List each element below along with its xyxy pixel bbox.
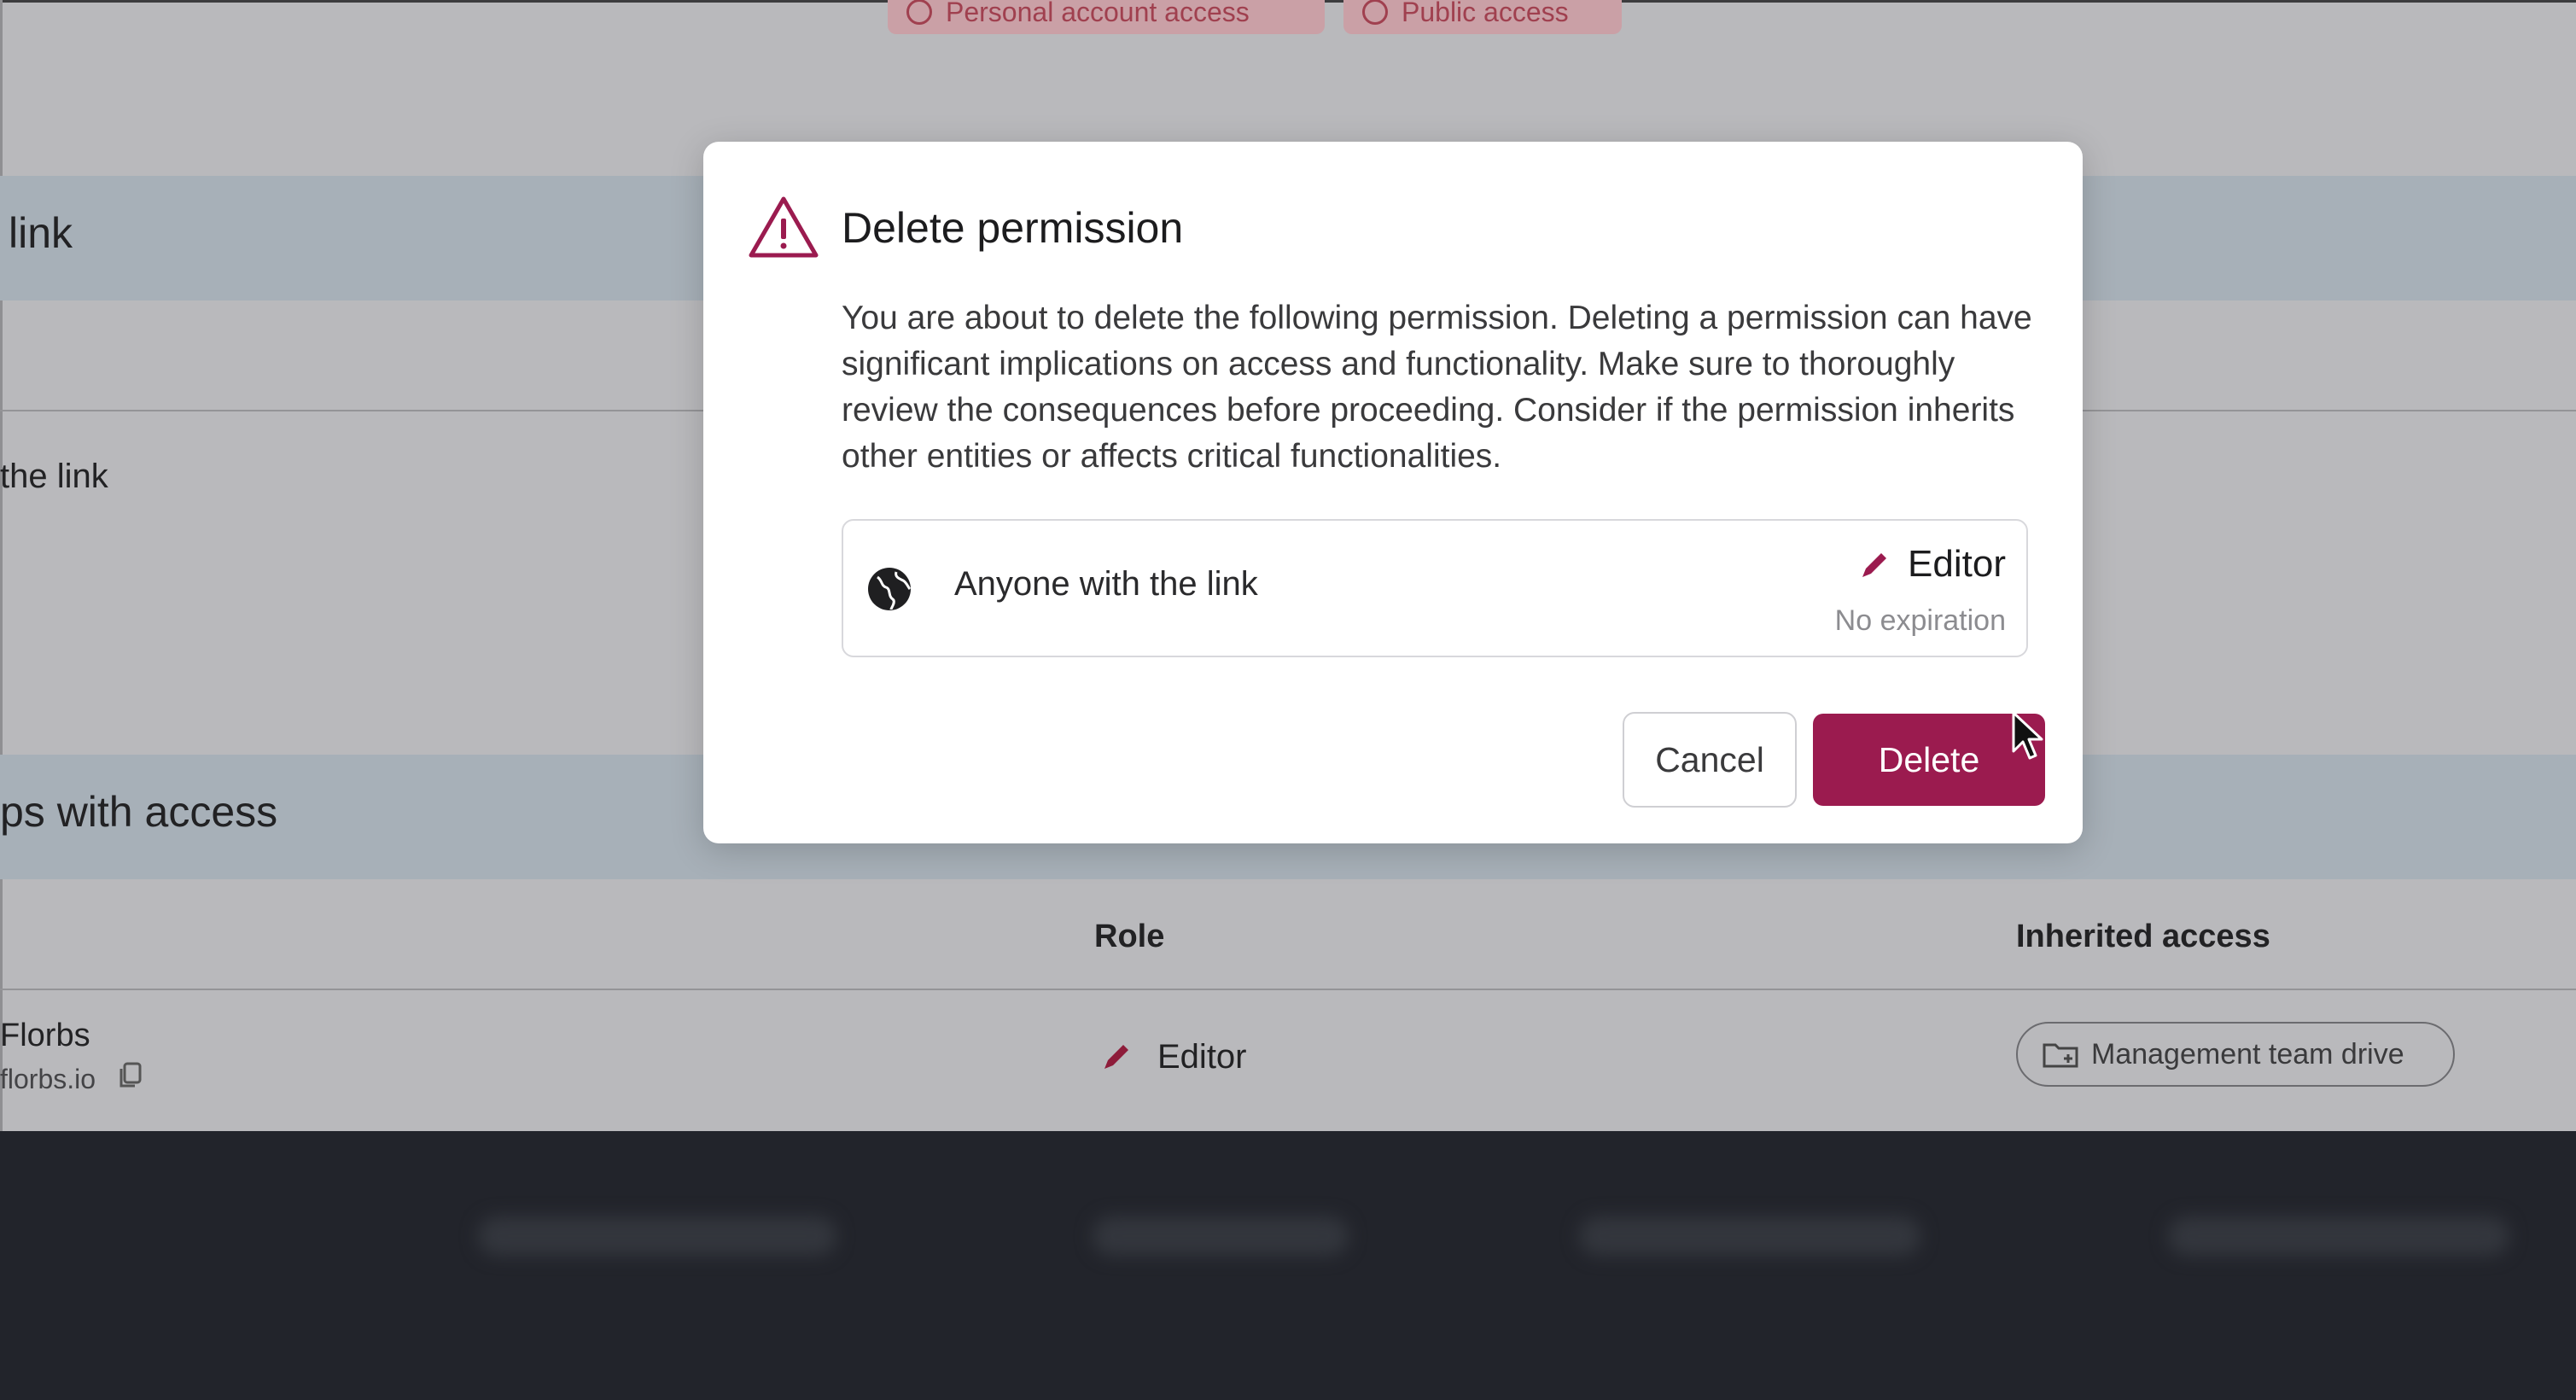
footer [0, 1131, 2576, 1400]
footer-blur [2168, 1216, 2509, 1256]
circle-user-icon [1362, 0, 1388, 25]
circle-user-icon [906, 0, 932, 25]
inherited-drive-label: Management team drive [2091, 1037, 2404, 1070]
folder-icon [2043, 1043, 2078, 1068]
section-link-title: link [9, 209, 73, 257]
table-divider [0, 989, 2576, 990]
globe-icon [868, 568, 912, 610]
pencil-icon [1862, 553, 1886, 577]
row-role[interactable]: Editor [1157, 1038, 1247, 1076]
footer-blur [1093, 1216, 1349, 1256]
row-email: florbs.io [0, 1064, 96, 1094]
permission-role: Editor [1908, 543, 2006, 585]
row-name: Florbs [0, 1018, 90, 1053]
pencil-icon [1104, 1045, 1128, 1069]
chip-label: Public access [1402, 0, 1569, 27]
column-header-inherited: Inherited access [2016, 919, 2270, 954]
chip-personal-account-access[interactable]: Personal account access [888, 0, 1325, 34]
delete-permission-dialog: Delete permission You are about to delet… [703, 142, 2083, 843]
chip-label: Personal account access [946, 0, 1250, 27]
dialog-title: Delete permission [842, 204, 1184, 252]
copy-icon[interactable] [118, 1062, 143, 1091]
inherited-drive-chip[interactable]: Management team drive [2016, 1022, 2455, 1087]
footer-blur [478, 1216, 836, 1256]
link-row-label: the link [0, 458, 108, 495]
cancel-button[interactable]: Cancel [1623, 712, 1797, 808]
permission-expiration: No expiration [1834, 604, 2006, 637]
permission-card: Anyone with the link Editor No expiratio… [842, 519, 2028, 657]
chip-public-access[interactable]: Public access [1343, 0, 1622, 34]
mouse-cursor-icon [2012, 711, 2043, 760]
left-edge [0, 0, 3, 1131]
section-groups-title: ps with access [0, 788, 278, 836]
warning-icon [749, 196, 819, 258]
column-header-role: Role [1094, 919, 1165, 954]
dialog-description: You are about to delete the following pe… [842, 300, 2032, 475]
permission-name: Anyone with the link [954, 565, 1258, 603]
footer-blur [1579, 1216, 1920, 1256]
